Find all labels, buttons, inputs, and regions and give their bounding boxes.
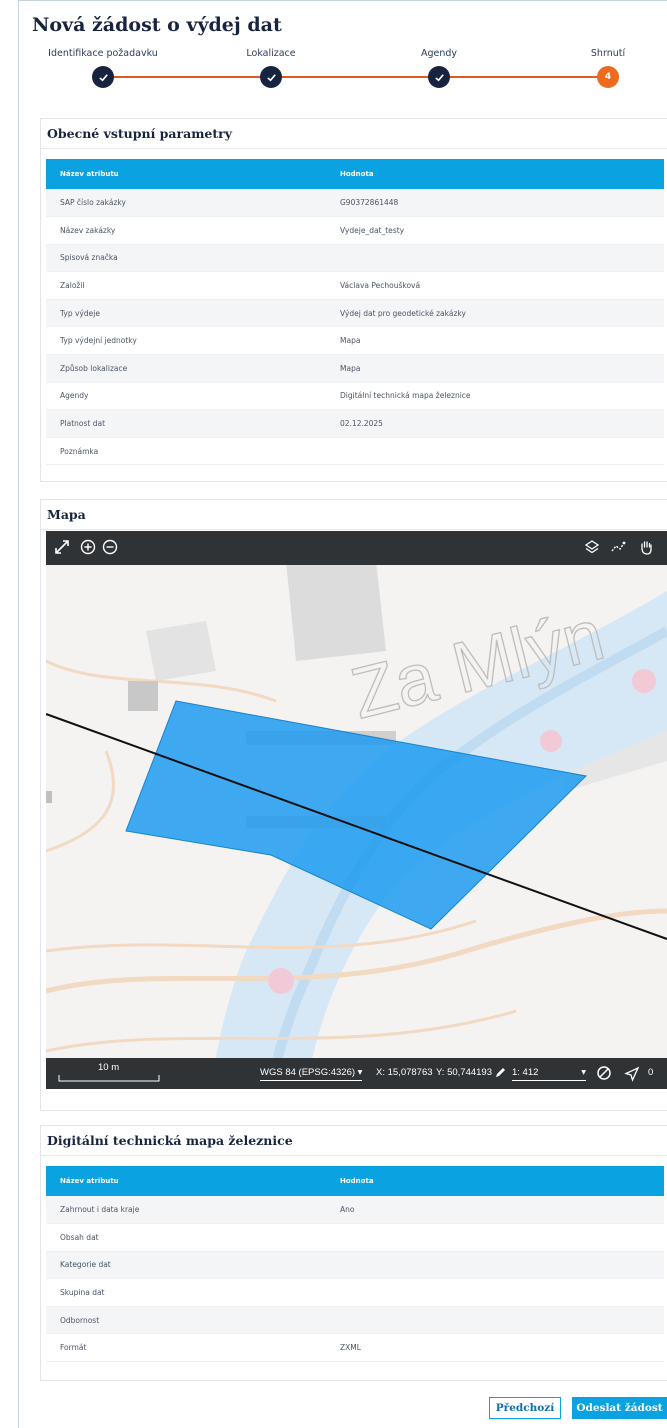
table-row: Odbornost (46, 1306, 664, 1335)
measure-icon[interactable] (610, 539, 626, 555)
rotation-value: 0 (648, 1067, 654, 1078)
value-cell: Mapa (326, 354, 664, 383)
layers-icon[interactable] (584, 539, 600, 555)
value-cell (326, 1278, 664, 1307)
scale-bar (58, 1075, 160, 1082)
attr-cell: Spisová značka (46, 244, 326, 273)
attr-cell: Založil (46, 271, 326, 300)
value-cell: Václava Pechoušková (326, 271, 664, 300)
table-row: Založil Václava Pechoušková (46, 271, 664, 300)
attr-cell: Skupina dat (46, 1278, 326, 1307)
table-row: Poznámka (46, 437, 664, 466)
value-cell (326, 244, 664, 273)
attr-cell: Zahrnout i data kraje (46, 1196, 326, 1225)
attr-cell: Typ výdeje (46, 299, 326, 328)
progress-stepper: Identifikace požadavku Lokalizace Agendy… (18, 48, 667, 98)
dtm-table: Název atributu Hodnota Zahrnout i data k… (46, 1166, 664, 1363)
attr-cell: Agendy (46, 382, 326, 411)
map-title: Mapa (41, 500, 667, 530)
step-label-identifikace: Identifikace požadavku (48, 48, 158, 59)
check-icon (266, 73, 276, 81)
stepper-line (103, 76, 600, 78)
step-label-shrnuti: Shrnutí (590, 48, 626, 59)
value-cell: Ano (326, 1196, 664, 1225)
step-2-done[interactable] (260, 66, 282, 88)
table-row: Skupina dat (46, 1278, 664, 1307)
general-params-title: Obecné vstupní parametry (41, 119, 667, 149)
fullscreen-icon[interactable] (54, 539, 70, 555)
zoom-out-icon[interactable] (102, 539, 118, 555)
attr-cell: Poznámka (46, 437, 326, 466)
table-row: Zahrnout i data kraje Ano (46, 1196, 664, 1225)
zoom-in-icon[interactable] (80, 539, 96, 555)
map-statusbar: 10 m WGS 84 (EPSG:4326) ▾ X: 15,078763 Y… (46, 1058, 667, 1089)
pencil-icon[interactable] (494, 1067, 506, 1079)
attr-cell: Název zakázky (46, 216, 326, 245)
value-cell: Výdej dat pro geodetické zakázky (326, 299, 664, 328)
value-cell: ZXML (326, 1333, 664, 1363)
value-cell (326, 437, 664, 466)
value-cell (326, 1223, 664, 1252)
value-cell: Mapa (326, 326, 664, 356)
attr-cell: Odbornost (46, 1306, 326, 1335)
column-header-attribute: Název atributu (46, 1166, 326, 1196)
check-icon (98, 73, 108, 81)
north-arrow-icon[interactable] (624, 1066, 640, 1082)
scale-value: 1: 412 (512, 1067, 539, 1078)
attr-cell: Platnost dat (46, 409, 326, 438)
scale-bar-label: 10 m (98, 1062, 120, 1073)
coord-x: X: 15,078763 (376, 1067, 433, 1078)
pan-hand-icon[interactable] (638, 539, 654, 555)
attr-cell: Způsob lokalizace (46, 354, 326, 383)
column-header-value: Hodnota (326, 1166, 664, 1196)
value-cell: Vydeje_dat_testy (326, 216, 664, 245)
step-label-agendy: Agendy (420, 48, 458, 59)
table-row: Spisová značka (46, 244, 664, 273)
table-row: Kategorie dat (46, 1251, 664, 1280)
value-cell (326, 1251, 664, 1280)
attr-cell: Typ výdejní jednotky (46, 326, 326, 356)
general-params-table: Název atributu Hodnota SAP číslo zakázky… (46, 159, 664, 466)
map-toolbar (46, 531, 667, 565)
step-3-done[interactable] (428, 66, 450, 88)
attr-cell: Kategorie dat (46, 1251, 326, 1280)
value-cell (326, 1306, 664, 1335)
chevron-down-icon: ▾ (581, 1067, 586, 1078)
table-row: Typ výdeje Výdej dat pro geodetické zakáz… (46, 299, 664, 328)
general-params-card: Obecné vstupní parametry Název atributu … (40, 118, 667, 482)
page-title: Nová žádost o výdej dat (32, 14, 282, 36)
crs-select[interactable]: WGS 84 (EPSG:4326) ▾ (260, 1067, 363, 1081)
value-cell: G90372861448 (326, 189, 664, 218)
table-row: Název zakázky Vydeje_dat_testy (46, 216, 664, 245)
attr-cell: Obsah dat (46, 1223, 326, 1252)
step-label-lokalizace: Lokalizace (246, 48, 296, 59)
table-row: Obsah dat (46, 1223, 664, 1252)
table-row: Formát ZXML (46, 1333, 664, 1363)
table-row: Typ výdejní jednotky Mapa (46, 326, 664, 356)
dtm-title: Digitální technická mapa železnice (41, 1126, 667, 1156)
step-1-done[interactable] (92, 66, 114, 88)
table-row: Platnost dat 02.12.2025 (46, 409, 664, 438)
table-row: SAP číslo zakázky G90372861448 (46, 189, 664, 218)
map-view[interactable]: Za Mlýn 10 m WGS 84 (EPSG:4326) ▾ X: 15,… (46, 531, 667, 1089)
previous-button[interactable]: Předchozí (489, 1397, 561, 1419)
value-cell: Digitální technická mapa železnice (326, 382, 664, 411)
dtm-card: Digitální technická mapa železnice Název… (40, 1125, 667, 1381)
submit-request-button[interactable]: Odeslat žádost (572, 1397, 667, 1419)
step-4-active: 4 (597, 66, 619, 88)
attr-cell: SAP číslo zakázky (46, 189, 326, 218)
column-header-attribute: Název atributu (46, 159, 326, 189)
crs-value: WGS 84 (EPSG:4326) (260, 1067, 356, 1078)
check-icon (434, 73, 444, 81)
table-row: Způsob lokalizace Mapa (46, 354, 664, 383)
column-header-value: Hodnota (326, 159, 664, 189)
coord-y: Y: 50,744193 (436, 1067, 492, 1078)
map-canvas[interactable]: Za Mlýn (46, 531, 667, 1089)
attr-cell: Formát (46, 1333, 326, 1363)
scale-select[interactable]: 1: 412 ▾ (512, 1067, 586, 1081)
clear-icon[interactable] (596, 1065, 612, 1081)
value-cell: 02.12.2025 (326, 409, 664, 438)
table-row: Agendy Digitální technická mapa železnice (46, 382, 664, 411)
